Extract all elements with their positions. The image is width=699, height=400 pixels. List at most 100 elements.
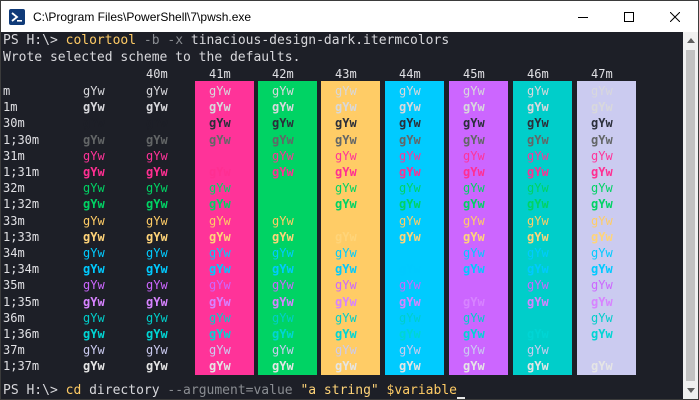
argument: tinacious-design-dark.itermcolors bbox=[183, 33, 450, 48]
color-sample: gYw bbox=[527, 262, 549, 276]
color-sample: gYw bbox=[591, 84, 613, 98]
color-sample: gYw bbox=[463, 311, 485, 325]
color-sample: gYw bbox=[527, 295, 549, 309]
row-label-1-34m: 1;34m bbox=[3, 262, 40, 276]
row-label-m: m bbox=[3, 84, 11, 98]
color-sample: gYw bbox=[83, 84, 105, 98]
color-sample: gYw bbox=[209, 311, 231, 325]
color-sample: gYw bbox=[272, 327, 294, 341]
color-sample: gYw bbox=[335, 359, 357, 373]
command: cd bbox=[65, 383, 82, 398]
column-header-45m: 45m bbox=[463, 67, 485, 81]
color-sample: gYw bbox=[83, 165, 105, 179]
window-title: C:\Program Files\PowerShell\7\pwsh.exe bbox=[33, 9, 252, 24]
color-sample: gYw bbox=[399, 327, 421, 341]
color-sample: gYw bbox=[335, 295, 357, 309]
color-sample: gYw bbox=[591, 197, 613, 211]
color-sample: gYw bbox=[209, 230, 231, 244]
color-sample: gYw bbox=[272, 214, 294, 228]
color-sample: gYw bbox=[146, 230, 168, 244]
column-header-41m: 41m bbox=[209, 67, 231, 81]
color-sample: gYw bbox=[209, 278, 231, 292]
color-sample: gYw bbox=[272, 295, 294, 309]
color-sample: gYw bbox=[591, 230, 613, 244]
color-sample: gYw bbox=[146, 278, 168, 292]
color-sample: gYw bbox=[463, 359, 485, 373]
scroll-up-arrow-icon[interactable] bbox=[683, 32, 698, 49]
title-bar[interactable]: C:\Program Files\PowerShell\7\pwsh.exe bbox=[1, 1, 698, 32]
color-sample: gYw bbox=[83, 343, 105, 357]
color-sample: gYw bbox=[83, 327, 105, 341]
color-sample: gYw bbox=[463, 214, 485, 228]
color-sample: gYw bbox=[591, 133, 613, 147]
color-sample: gYw bbox=[463, 327, 485, 341]
color-sample: gYw bbox=[83, 262, 105, 276]
color-sample: gYw bbox=[83, 214, 105, 228]
color-sample: gYw bbox=[399, 133, 421, 147]
color-sample: gYw bbox=[272, 246, 294, 260]
color-sample: gYw bbox=[335, 246, 357, 260]
powershell-icon[interactable] bbox=[9, 8, 25, 25]
color-sample: gYw bbox=[335, 181, 357, 195]
color-sample: gYw bbox=[591, 278, 613, 292]
color-sample: gYw bbox=[209, 246, 231, 260]
color-sample: gYw bbox=[272, 149, 294, 163]
color-sample: gYw bbox=[209, 262, 231, 276]
color-sample: gYw bbox=[591, 311, 613, 325]
color-sample: gYw bbox=[399, 181, 421, 195]
row-label-37m: 37m bbox=[3, 343, 25, 357]
column-header-46m: 46m bbox=[527, 67, 549, 81]
color-sample: gYw bbox=[83, 230, 105, 244]
color-sample: gYw bbox=[83, 116, 105, 130]
color-sample: gYw bbox=[335, 343, 357, 357]
maximize-button[interactable] bbox=[606, 1, 652, 32]
vertical-scrollbar[interactable] bbox=[683, 32, 698, 399]
row-label-33m: 33m bbox=[3, 214, 25, 228]
color-sample: gYw bbox=[209, 197, 231, 211]
color-sample: gYw bbox=[146, 327, 168, 341]
color-sample: gYw bbox=[463, 133, 485, 147]
color-sample: gYw bbox=[209, 116, 231, 130]
color-sample: gYw bbox=[527, 100, 549, 114]
color-sample: gYw bbox=[272, 311, 294, 325]
minimize-icon bbox=[578, 16, 588, 18]
row-label-1-31m: 1;31m bbox=[3, 165, 40, 179]
color-sample: gYw bbox=[146, 149, 168, 163]
color-sample: gYw bbox=[209, 295, 231, 309]
close-button[interactable] bbox=[652, 1, 698, 32]
color-sample: gYw bbox=[399, 149, 421, 163]
row-label-1-30m: 1;30m bbox=[3, 133, 40, 147]
argument: directory bbox=[81, 383, 160, 398]
color-sample: gYw bbox=[335, 262, 357, 276]
prompt: PS H:\> bbox=[3, 33, 66, 48]
color-sample: gYw bbox=[335, 149, 357, 163]
row-label-1-35m: 1;35m bbox=[3, 295, 40, 309]
color-sample: gYw bbox=[272, 100, 294, 114]
row-label-32m: 32m bbox=[3, 181, 25, 195]
scroll-down-arrow-icon[interactable] bbox=[683, 382, 698, 399]
color-sample: gYw bbox=[335, 327, 357, 341]
color-sample: gYw bbox=[463, 230, 485, 244]
color-sample: gYw bbox=[335, 230, 357, 244]
color-sample: gYw bbox=[399, 116, 421, 130]
color-sample: gYw bbox=[146, 343, 168, 357]
color-sample: gYw bbox=[527, 343, 549, 357]
color-sample: gYw bbox=[272, 278, 294, 292]
terminal-area[interactable]: PS H:\> colortool -b -x tinacious-design… bbox=[1, 32, 684, 399]
color-sample: gYw bbox=[591, 181, 613, 195]
scrollbar-thumb[interactable] bbox=[686, 50, 695, 381]
color-sample: gYw bbox=[209, 214, 231, 228]
color-sample: gYw bbox=[463, 165, 485, 179]
minimize-button[interactable] bbox=[560, 1, 606, 32]
color-sample: gYw bbox=[463, 116, 485, 130]
color-sample: gYw bbox=[209, 359, 231, 373]
color-sample: gYw bbox=[272, 84, 294, 98]
color-sample: gYw bbox=[399, 100, 421, 114]
color-sample: gYw bbox=[146, 133, 168, 147]
color-sample: gYw bbox=[399, 84, 421, 98]
color-sample: gYw bbox=[527, 165, 549, 179]
color-sample: gYw bbox=[335, 116, 357, 130]
row-label-1-32m: 1;32m bbox=[3, 197, 40, 211]
text-cursor bbox=[457, 397, 465, 399]
row-label-1-37m: 1;37m bbox=[3, 359, 40, 373]
